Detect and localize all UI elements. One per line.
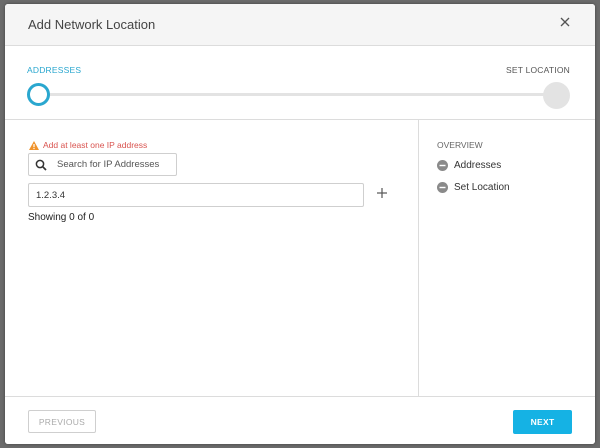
- warning-icon: [29, 140, 39, 150]
- dialog-footer: PREVIOUS NEXT: [5, 396, 595, 444]
- minus-circle-icon: [437, 160, 448, 171]
- warning-text: Add at least one IP address: [43, 140, 148, 150]
- step-indicator-addresses[interactable]: [27, 83, 50, 106]
- dialog-title: Add Network Location: [28, 17, 156, 32]
- next-button[interactable]: NEXT: [513, 410, 572, 434]
- overview-item-addresses: Addresses: [437, 160, 501, 171]
- plus-icon: [377, 188, 387, 198]
- progress-track: [39, 93, 549, 96]
- search-box[interactable]: [28, 153, 177, 176]
- step-label-set-location[interactable]: SET LOCATION: [506, 65, 570, 75]
- overview-item-set-location: Set Location: [437, 182, 510, 193]
- validation-warning: Add at least one IP address: [29, 140, 147, 150]
- overview-item-label: Addresses: [454, 160, 502, 171]
- wizard-steps: ADDRESSES SET LOCATION: [5, 46, 595, 120]
- close-icon[interactable]: [555, 12, 575, 32]
- ip-address-field[interactable]: [28, 183, 364, 207]
- add-network-location-dialog: Add Network Location ADDRESSES SET LOCAT…: [5, 4, 595, 444]
- search-input[interactable]: [57, 156, 172, 172]
- minus-circle-icon: [437, 182, 448, 193]
- previous-button[interactable]: PREVIOUS: [28, 410, 96, 433]
- ip-address-input[interactable]: [36, 187, 356, 203]
- results-count: Showing 0 of 0: [28, 212, 95, 223]
- overview-panel: OVERVIEW Addresses Set Location: [418, 120, 595, 396]
- addresses-panel: Add at least one IP address Showing 0 of…: [5, 120, 418, 396]
- dialog-header: Add Network Location: [5, 4, 595, 46]
- step-label-addresses[interactable]: ADDRESSES: [27, 65, 81, 75]
- overview-item-label: Set Location: [454, 182, 510, 193]
- add-ip-button[interactable]: [375, 186, 389, 200]
- search-icon: [35, 158, 47, 171]
- overview-title: OVERVIEW: [437, 140, 483, 150]
- step-indicator-set-location[interactable]: [543, 82, 570, 109]
